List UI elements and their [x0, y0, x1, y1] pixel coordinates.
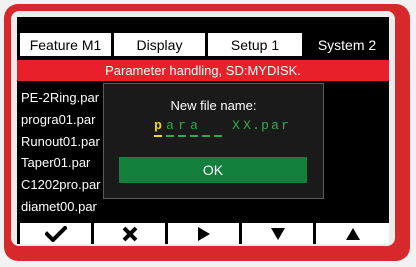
softkey-bar — [17, 221, 389, 244]
new-file-dialog: New file name: p a r a X X . p a r OK — [103, 83, 324, 199]
tab-feature[interactable]: Feature M1 — [20, 33, 111, 56]
char-underline — [190, 135, 198, 137]
cursor-underline — [154, 135, 162, 137]
input-char: a — [190, 118, 198, 133]
tab-display[interactable]: Display — [114, 33, 205, 56]
down-button[interactable] — [242, 223, 313, 244]
right-button[interactable] — [168, 223, 239, 244]
up-button[interactable] — [316, 223, 389, 244]
tab-setup[interactable]: Setup 1 — [208, 33, 302, 56]
tab-bar: Feature M1 Display Setup 1 System 2 — [17, 17, 389, 59]
input-char: r — [281, 118, 289, 133]
char-underline — [178, 135, 186, 137]
arrow-up-icon — [345, 227, 360, 240]
arrow-down-icon — [270, 227, 285, 240]
ok-button[interactable]: OK — [119, 157, 307, 183]
display-screen: Feature M1 Display Setup 1 System 2 Para… — [17, 17, 389, 244]
list-item[interactable]: diamet00.par — [21, 196, 131, 218]
confirm-button[interactable] — [20, 223, 91, 244]
tab-system[interactable]: System 2 — [305, 33, 389, 56]
checkmark-icon — [44, 225, 67, 242]
dialog-prompt: New file name: — [170, 98, 257, 113]
char-underline — [214, 135, 222, 137]
char-underline — [166, 135, 174, 137]
input-char: p — [154, 118, 162, 133]
cross-icon — [122, 226, 137, 241]
page-title: Parameter handling, SD:MYDISK. — [17, 60, 389, 81]
file-name-input[interactable]: p a r a X X . p a r — [152, 118, 302, 140]
char-underline — [202, 135, 210, 137]
input-char: r — [178, 118, 186, 133]
input-char: a — [166, 118, 174, 133]
cancel-button[interactable] — [94, 223, 165, 244]
arrow-right-icon — [197, 226, 210, 241]
